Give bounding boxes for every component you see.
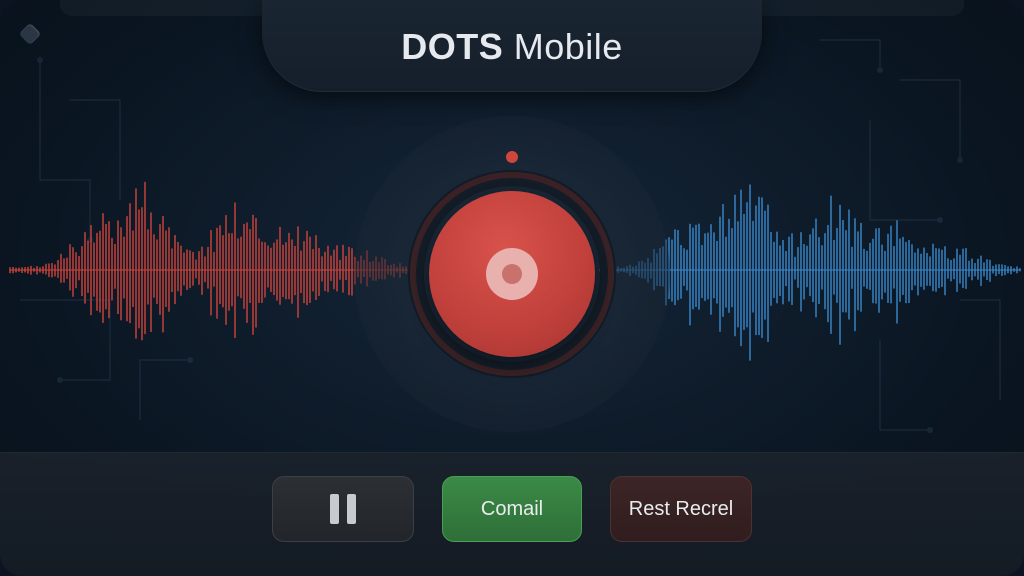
record-icon-center — [502, 264, 522, 284]
app-title-product: Mobile — [513, 26, 623, 67]
recording-indicator-icon — [506, 151, 518, 163]
confirm-button[interactable]: Comail — [442, 476, 582, 542]
app-title: DOTS Mobile — [262, 26, 762, 68]
pause-icon — [330, 494, 356, 524]
pause-button[interactable] — [272, 476, 414, 542]
recorder-screen: DOTS Mobile Comail Rest Recrel — [0, 0, 1024, 576]
reset-record-button[interactable]: Rest Recrel — [610, 476, 752, 542]
app-title-brand: DOTS — [401, 26, 504, 67]
